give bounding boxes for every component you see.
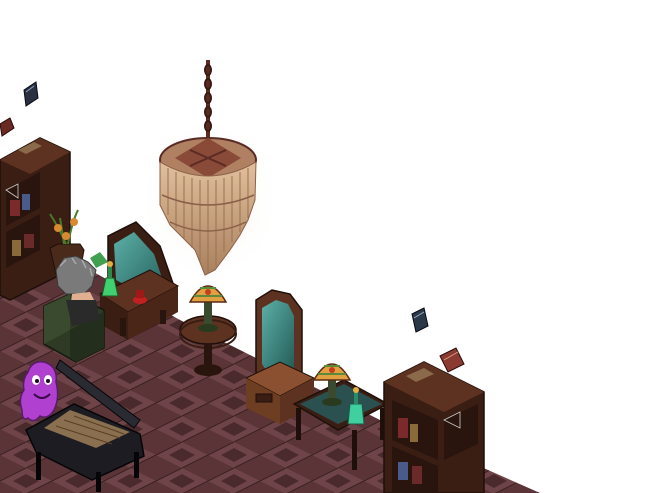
room-scene — [0, 60, 540, 493]
floating-book-4[interactable] — [439, 347, 465, 373]
avatar-hair — [55, 255, 97, 295]
right-bookcase[interactable] — [383, 361, 485, 493]
floating-book-2[interactable] — [0, 117, 15, 137]
small-green-lamp[interactable] — [90, 252, 108, 268]
floating-book-1[interactable] — [23, 81, 39, 107]
floating-book-3[interactable] — [411, 307, 429, 333]
chandelier-chain — [204, 60, 212, 138]
